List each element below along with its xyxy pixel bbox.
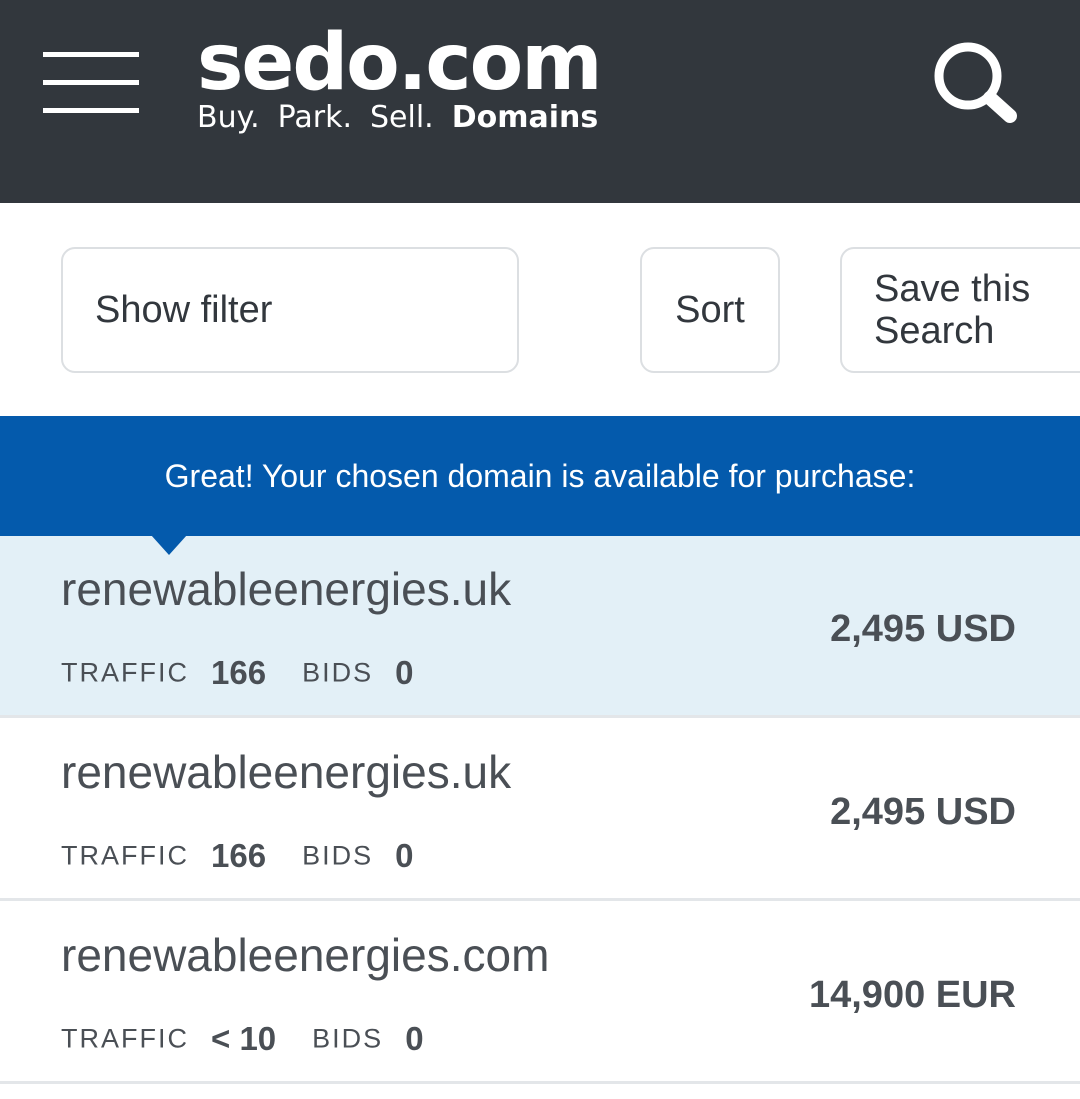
domain-name[interactable]: renewableenergies.com (61, 928, 549, 982)
traffic-label: TRAFFIC (61, 657, 189, 688)
domain-name[interactable]: renewableenergies.uk (61, 745, 511, 799)
bids-label: BIDS (302, 840, 374, 871)
sort-label: Sort (675, 288, 745, 331)
hamburger-menu-icon[interactable] (43, 52, 139, 114)
availability-message: Great! Your chosen domain is available f… (164, 457, 916, 494)
page: sedo.com Buy. Park. Sell. Domains Show filt… (0, 0, 1080, 1099)
bids-label: BIDS (302, 657, 374, 688)
tagline-buy: Buy. (197, 100, 260, 135)
tagline-sell: Sell. (369, 100, 434, 135)
sedo-logo[interactable]: sedo.com Buy. Park. Sell. Domains (197, 18, 602, 134)
bids-value: 0 (395, 654, 414, 691)
traffic-value: 166 (211, 837, 267, 874)
traffic-value: 166 (211, 654, 267, 691)
domain-name[interactable]: renewableenergies.uk (61, 562, 511, 616)
search-icon[interactable] (930, 38, 1022, 124)
domain-stats: TRAFFIC 166 BIDS 0 (61, 654, 449, 692)
result-row[interactable]: renewableenergies.uk TRAFFIC 166 BIDS 0 2,4… (0, 536, 1080, 718)
show-filter-label: Show filter (95, 288, 273, 331)
traffic-value: < 10 (211, 1020, 277, 1057)
domain-price[interactable]: 2,495 USD (830, 791, 1016, 834)
availability-banner: Great! Your chosen domain is available f… (0, 416, 1080, 536)
tagline-domains: Domains (451, 100, 599, 135)
logo-text: sedo.com (197, 18, 602, 108)
save-search-button[interactable]: Save this Search (840, 247, 1080, 373)
site-header: sedo.com Buy. Park. Sell. Domains (0, 0, 1080, 203)
bids-value: 0 (405, 1020, 424, 1057)
tagline-park: Park. (277, 100, 352, 135)
traffic-label: TRAFFIC (61, 1023, 189, 1054)
traffic-label: TRAFFIC (61, 840, 189, 871)
tagline: Buy. Park. Sell. Domains (197, 102, 600, 134)
sort-button[interactable]: Sort (640, 247, 780, 373)
domain-price[interactable]: 14,900 EUR (809, 974, 1016, 1017)
banner-pointer (151, 535, 187, 555)
bids-value: 0 (395, 837, 414, 874)
result-row[interactable]: renewableenergies.com TRAFFIC < 10 BIDS 0 1… (0, 902, 1080, 1084)
result-row[interactable]: renewableenergies.uk TRAFFIC 166 BIDS 0 2,4… (0, 719, 1080, 901)
domain-stats: TRAFFIC 166 BIDS 0 (61, 837, 449, 875)
save-search-label: Save this Search (874, 268, 1031, 352)
domain-stats: TRAFFIC < 10 BIDS 0 (61, 1020, 460, 1058)
bids-label: BIDS (312, 1023, 384, 1054)
domain-price[interactable]: 2,495 USD (830, 608, 1016, 651)
show-filter-button[interactable]: Show filter (61, 247, 519, 373)
